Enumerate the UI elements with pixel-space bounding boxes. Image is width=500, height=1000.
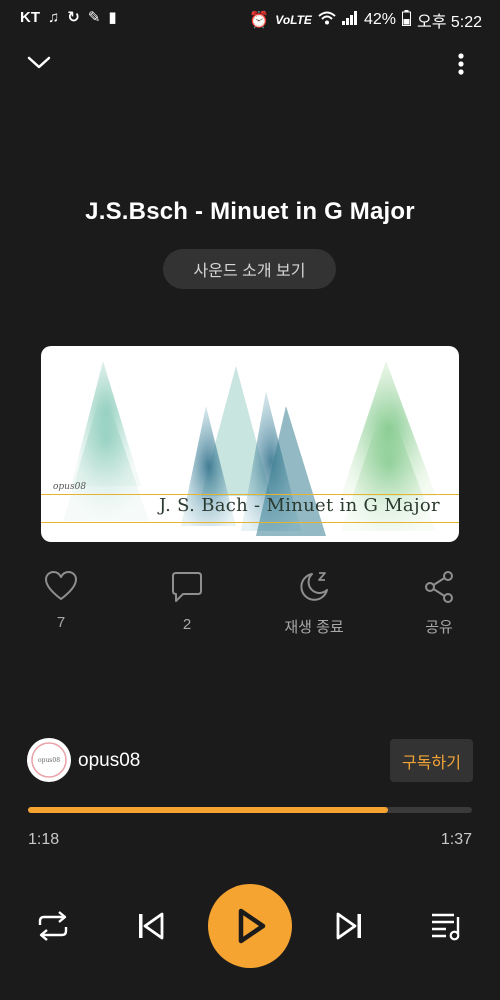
author-row: opus08 opus08 구독하기	[27, 738, 473, 784]
artwork-decor-line-bottom	[41, 522, 459, 523]
comment-count: 2	[182, 616, 192, 633]
moon-sleep-icon	[300, 572, 328, 601]
avatar[interactable]: opus08	[27, 738, 71, 782]
repeat-icon	[38, 911, 68, 941]
playlist-button[interactable]	[428, 908, 466, 944]
share-icon	[425, 571, 453, 603]
next-icon	[336, 912, 361, 940]
previous-icon	[139, 912, 164, 940]
chevron-down-icon	[27, 56, 51, 69]
battery-icon	[401, 9, 411, 31]
battery-saver-icon: ▮	[108, 9, 117, 26]
playback-controls	[0, 882, 500, 968]
signal-icon	[341, 10, 358, 30]
clock: 오후 5:22	[416, 14, 482, 31]
more-vertical-icon	[458, 53, 464, 75]
like-count: 7	[56, 614, 66, 631]
status-bar: KT ♫ ↻ ✎ ▮ ⏰ VoLTE 42% 오후 5:22	[0, 0, 500, 36]
author-name[interactable]: opus08	[78, 750, 140, 772]
repeat-button[interactable]	[34, 908, 72, 944]
carrier-label: KT	[20, 8, 40, 26]
artwork-signature: opus08	[53, 482, 87, 492]
status-bar-left: KT ♫ ↻ ✎ ▮	[20, 8, 117, 27]
battery-percent: 42%	[363, 11, 396, 28]
sync-icon: ↻	[67, 9, 80, 26]
app-notification-icon: ✎	[87, 9, 101, 26]
avatar-text: opus08	[38, 757, 60, 764]
sleep-timer-button[interactable]: 재생 종료	[254, 570, 374, 637]
album-artwork[interactable]: opus08 J. S. Bach - Minuet in G Major	[41, 346, 459, 542]
sleep-timer-label: 재생 종료	[284, 619, 344, 636]
share-button[interactable]: 공유	[379, 570, 499, 637]
total-time: 1:37	[440, 831, 472, 848]
alarm-icon: ⏰	[249, 12, 270, 29]
track-title: J.S.Bsch - Minuet in G Major	[85, 198, 415, 225]
music-note-icon: ♫	[48, 8, 60, 26]
share-label: 공유	[425, 619, 453, 636]
next-button[interactable]	[332, 908, 368, 944]
subscribe-button[interactable]: 구독하기	[390, 739, 473, 782]
more-options-button[interactable]	[452, 52, 470, 81]
elapsed-time: 1:18	[28, 831, 60, 848]
artwork-caption: J. S. Bach - Minuet in G Major	[159, 495, 440, 516]
sound-intro-button[interactable]: 사운드 소개 보기	[163, 249, 336, 289]
play-icon	[238, 908, 266, 944]
comment-icon	[172, 572, 202, 602]
wifi-icon	[318, 11, 336, 30]
status-bar-right: ⏰ VoLTE 42% 오후 5:22	[249, 8, 482, 32]
collapse-button[interactable]	[26, 52, 52, 77]
playlist-icon	[432, 913, 460, 941]
previous-button[interactable]	[132, 908, 168, 944]
progress-bar[interactable]	[28, 807, 472, 813]
volte-label: VoLTE	[275, 13, 312, 27]
heart-icon	[45, 571, 77, 600]
comment-button[interactable]: 2	[127, 570, 247, 633]
avatar-logo: opus08	[31, 742, 67, 778]
like-button[interactable]: 7	[1, 570, 121, 631]
action-row: 7 2 재생 종료 공유	[0, 570, 500, 640]
progress-fill	[28, 807, 388, 813]
play-button[interactable]	[208, 884, 292, 968]
